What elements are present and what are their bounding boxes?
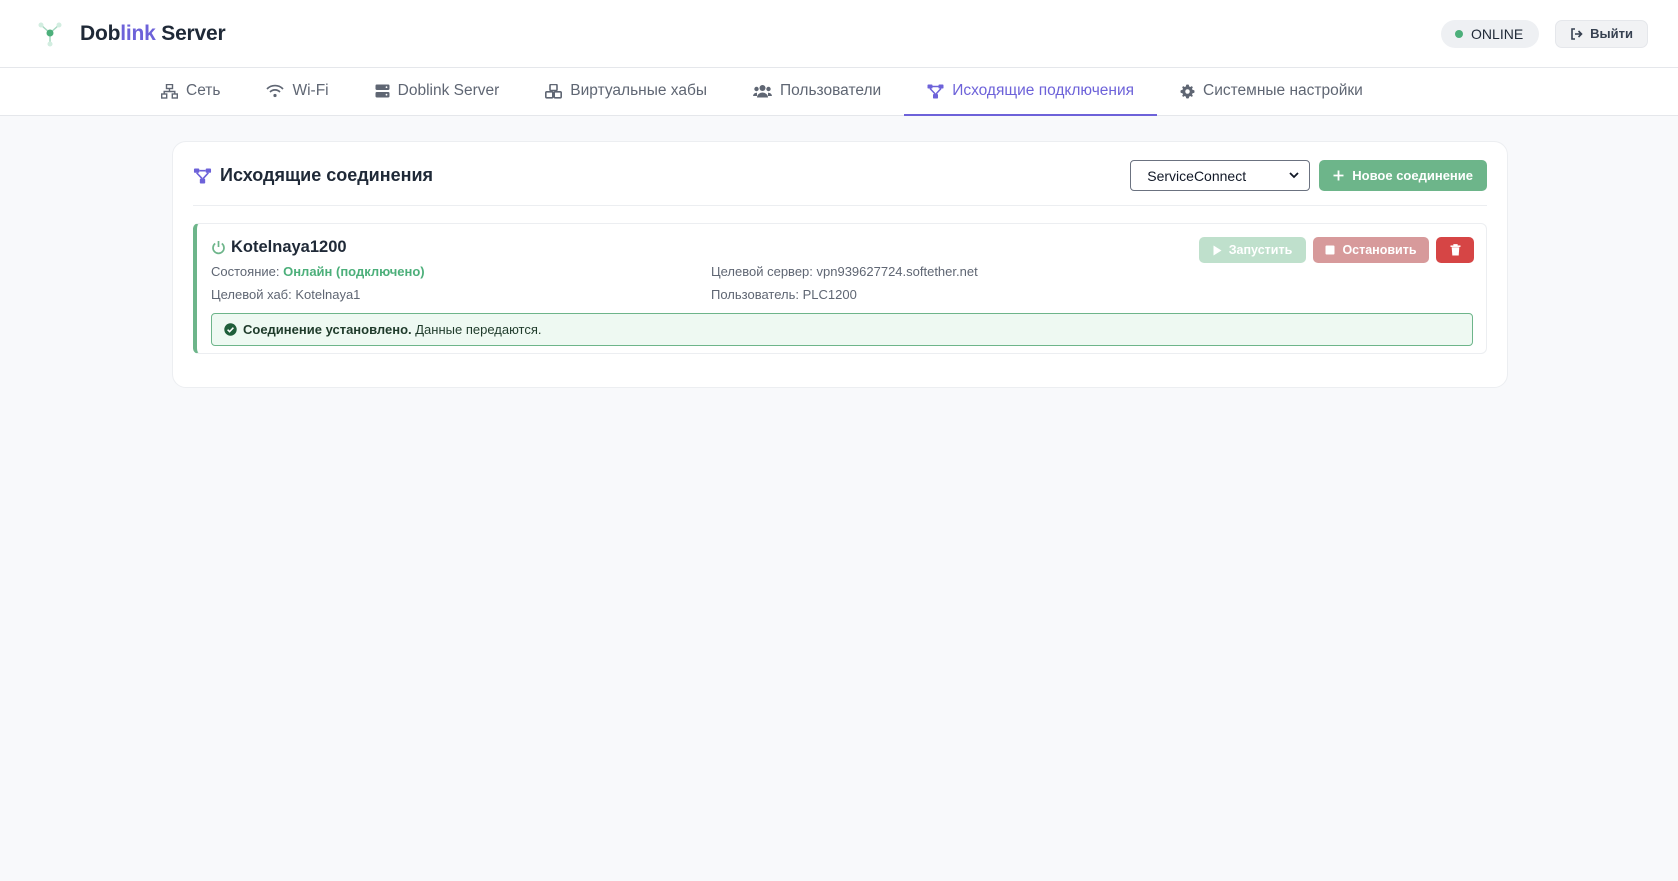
connection-target-server: Целевой сервер: vpn939627724.softether.n…: [711, 264, 978, 279]
header: Doblink Server ONLINE Выйти: [0, 0, 1678, 68]
stop-button[interactable]: Остановить: [1313, 237, 1429, 263]
stop-label: Остановить: [1342, 243, 1417, 257]
tab-system-settings[interactable]: Системные настройки: [1157, 68, 1386, 116]
alert-text: Данные передаются.: [411, 322, 542, 337]
logout-button[interactable]: Выйти: [1555, 19, 1648, 48]
wifi-icon: [266, 84, 285, 98]
trash-icon: [1450, 244, 1460, 256]
state-value: Онлайн (подключено): [283, 264, 425, 279]
new-connection-button[interactable]: Новое соединение: [1319, 160, 1487, 191]
cubes-icon: [545, 83, 563, 99]
tab-label: Doblink Server: [397, 82, 500, 99]
outgoing-connections-card: Исходящие соединения ServiceConnect Ново…: [172, 141, 1508, 388]
tab-virtual-hubs[interactable]: Виртуальные хабы: [522, 68, 730, 116]
status-text: ONLINE: [1471, 25, 1524, 42]
new-connection-label: Новое соединение: [1352, 168, 1473, 183]
logout-label: Выйти: [1590, 26, 1633, 41]
network-icon: [161, 83, 178, 99]
alert-title: Соединение установлено.: [243, 322, 412, 337]
tab-network[interactable]: Сеть: [138, 68, 243, 116]
connection-user: Пользователь: PLC1200: [711, 287, 857, 302]
tab-doblink-server[interactable]: Doblink Server: [352, 68, 523, 116]
tab-label: Wi-Fi: [292, 82, 329, 99]
connection-item: Kotelnaya1200 Состояние: Онлайн (подключ…: [193, 223, 1487, 354]
tab-bar: Сеть Wi-Fi Doblink Server Виртуальные ха…: [0, 68, 1678, 116]
start-button[interactable]: Запустить: [1199, 237, 1306, 263]
tab-users[interactable]: Пользователи: [730, 68, 904, 116]
app-title: Doblink Server: [80, 21, 226, 45]
start-label: Запустить: [1228, 243, 1293, 257]
server-icon: [375, 84, 390, 98]
select-value: ServiceConnect: [1147, 167, 1247, 184]
connection-icon: [193, 168, 212, 183]
connection-select[interactable]: ServiceConnect: [1130, 160, 1311, 191]
tab-outgoing-connections[interactable]: Исходящие подключения: [904, 68, 1158, 116]
connection-state: Состояние: Онлайн (подключено): [211, 264, 425, 279]
connection-icon: [927, 84, 944, 98]
connection-details: Состояние: Онлайн (подключено) Целевой с…: [211, 264, 1473, 302]
tab-label: Сеть: [186, 82, 221, 99]
plus-icon: [1333, 170, 1344, 181]
logo-icon: [34, 18, 66, 50]
tab-label: Виртуальные хабы: [570, 82, 708, 99]
chevron-down-icon: [1289, 172, 1299, 179]
card-title-text: Исходящие соединения: [220, 165, 434, 185]
check-circle-icon: [224, 323, 237, 336]
stop-icon: [1325, 245, 1335, 255]
brand: Doblink Server: [34, 18, 226, 50]
tab-label: Системные настройки: [1203, 82, 1363, 99]
play-icon: [1213, 245, 1222, 255]
power-icon: [212, 240, 225, 254]
gear-icon: [1180, 83, 1195, 99]
card-header: Исходящие соединения ServiceConnect Ново…: [193, 142, 1487, 206]
logout-icon: [1571, 27, 1583, 40]
tab-label: Пользователи: [780, 82, 882, 99]
connection-name: Kotelnaya1200: [231, 237, 347, 256]
status-dot-icon: [1455, 29, 1464, 38]
delete-button[interactable]: [1436, 237, 1474, 263]
status-badge: ONLINE: [1441, 19, 1540, 48]
users-icon: [753, 85, 773, 98]
tab-wifi[interactable]: Wi-Fi: [243, 68, 351, 116]
connection-target-hub: Целевой хаб: Kotelnaya1: [211, 287, 361, 302]
tab-label: Исходящие подключения: [952, 82, 1135, 99]
connection-status-alert: Соединение установлено. Данные передаютс…: [211, 313, 1473, 346]
card-title: Исходящие соединения: [193, 165, 433, 186]
